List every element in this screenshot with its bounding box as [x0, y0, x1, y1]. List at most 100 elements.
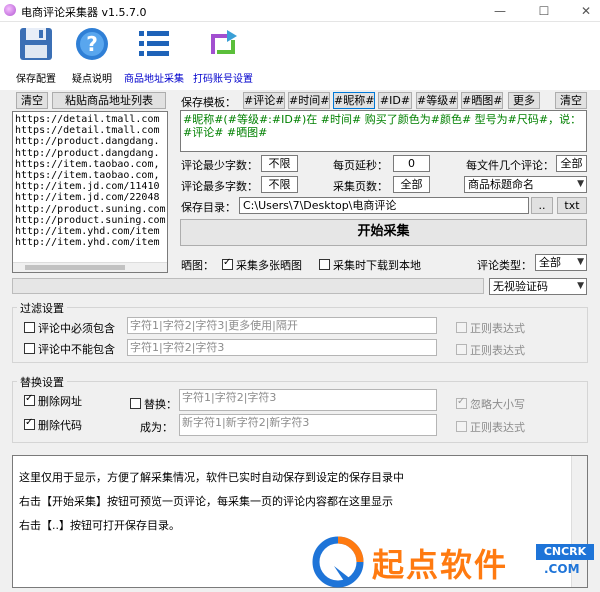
filter-group-title: 过滤设置 — [17, 300, 67, 316]
multi-img-label: 采集多张晒图 — [236, 259, 302, 272]
captcha-account-label: 打码账号设置 — [193, 74, 253, 85]
checkbox-icon[interactable] — [24, 322, 35, 333]
title-bar: 电商评论采集器 v1.5.7.0 — ☐ ✕ — [0, 0, 600, 22]
url-line: https://item.taobao.com, — [15, 170, 160, 182]
save-config-tool[interactable]: 保存配置 — [10, 22, 62, 88]
template-textarea[interactable]: #昵称#(#等级#:#ID#)在 #时间# 购买了颜色为#颜色# 型号为#尺码#… — [180, 110, 587, 152]
not-contain-label: 评论中不能包含 — [38, 343, 115, 356]
tag-comment-button[interactable]: #评论# — [243, 92, 285, 109]
comment-type-select[interactable]: 全部 ▼ — [535, 254, 587, 271]
log-line: 这里仅用于显示，方便了解采集情况，软件已实时自动保存到设定的保存目录中 — [19, 471, 404, 484]
app-icon — [4, 4, 16, 16]
delete-url-checkbox[interactable]: 删除网址 — [24, 393, 82, 409]
regex-checkbox-1[interactable]: 正则表达式 — [456, 320, 525, 336]
captcha-select[interactable]: 无视验证码 ▼ — [489, 278, 587, 295]
checkbox-icon[interactable] — [456, 322, 467, 333]
save-dir-label: 保存目录： — [181, 201, 236, 214]
url-collect-label: 商品地址采集 — [124, 74, 184, 85]
toolbar: 保存配置 ? 疑点说明 商品地址采集 打码账号设置 — [0, 22, 600, 90]
regex-label-2: 正则表达式 — [470, 344, 525, 357]
more-tags-button[interactable]: 更多 — [508, 92, 540, 109]
download-local-checkbox[interactable]: 采集时下载到本地 — [319, 257, 421, 273]
ignore-case-label: 忽略大小写 — [470, 398, 525, 411]
checkbox-icon[interactable] — [456, 421, 467, 432]
page-delay-input[interactable]: 0 — [393, 155, 430, 172]
url-line: http://item.yhd.com/item — [15, 237, 160, 249]
clear-urls-button[interactable]: 清空 — [16, 92, 48, 109]
ignore-case-checkbox[interactable]: 忽略大小写 — [456, 396, 525, 412]
checkbox-icon[interactable] — [130, 398, 141, 409]
max-words-input[interactable]: 不限 — [261, 176, 298, 193]
file-ext-button[interactable]: txt — [557, 197, 587, 214]
max-words-label: 评论最多字数： — [181, 180, 258, 193]
replace-input[interactable]: 字符1|字符2|字符3 — [179, 389, 437, 411]
template-label: 保存模板： — [181, 96, 236, 109]
replace-regex-label: 正则表达式 — [470, 421, 525, 434]
clear-template-button[interactable]: 清空 — [555, 92, 587, 109]
help-question-icon: ? — [76, 28, 108, 60]
maximize-button[interactable]: ☐ — [524, 2, 564, 20]
url-list-textarea[interactable]: https://detail.tmall.com https://detail.… — [12, 111, 168, 273]
chevron-down-icon: ▼ — [577, 179, 584, 189]
checkbox-icon[interactable] — [24, 343, 35, 354]
checkbox-checked-icon[interactable] — [222, 257, 233, 270]
replace-regex-checkbox[interactable]: 正则表达式 — [456, 419, 525, 435]
captcha-account-tool[interactable]: 打码账号设置 — [192, 22, 254, 88]
save-dir-input[interactable]: C:\Users\7\Desktop\电商评论 — [239, 197, 529, 214]
start-collect-button[interactable]: 开始采集 — [180, 219, 587, 246]
checkbox-icon[interactable] — [456, 344, 467, 355]
delete-code-checkbox[interactable]: 删除代码 — [24, 417, 82, 433]
checkbox-checked-icon[interactable] — [456, 396, 467, 409]
replace-label: 替换： — [144, 398, 177, 411]
url-collect-tool[interactable]: 商品地址采集 — [124, 22, 184, 88]
url-line: http://product.suning.com — [15, 203, 166, 215]
must-contain-label: 评论中必须包含 — [38, 322, 115, 335]
help-tool[interactable]: ? 疑点说明 — [66, 22, 118, 88]
must-contain-input[interactable]: 字符1|字符2|字符3|更多使用|隔开 — [127, 317, 437, 334]
page-count-label: 采集页数： — [333, 180, 388, 193]
page-count-input[interactable]: 全部 — [393, 176, 430, 193]
url-line: http://product.dangdang. — [15, 136, 160, 148]
regex-checkbox-2[interactable]: 正则表达式 — [456, 342, 525, 358]
horizontal-scrollbar[interactable] — [13, 262, 167, 272]
scrollbar-thumb[interactable] — [25, 265, 125, 270]
tag-time-button[interactable]: #时间# — [288, 92, 330, 109]
url-line: http://item.jd.com/11410 — [15, 181, 160, 193]
naming-select[interactable]: 商品标题命名 ▼ — [464, 176, 587, 193]
min-words-label: 评论最少字数： — [181, 159, 258, 172]
watermark-site: CNCRK — [536, 544, 594, 560]
minimize-button[interactable]: — — [480, 2, 520, 20]
paste-urls-button[interactable]: 粘贴商品地址列表 — [52, 92, 166, 109]
browse-dir-button[interactable]: .. — [531, 197, 553, 214]
not-contain-input[interactable]: 字符1|字符2|字符3 — [127, 339, 437, 356]
tag-level-button[interactable]: #等级# — [416, 92, 458, 109]
watermark-domain: .COM — [544, 562, 580, 576]
refresh-arrow-icon — [211, 30, 237, 54]
comment-type-value: 全部 — [539, 256, 561, 269]
watermark-logo-icon — [312, 536, 364, 588]
checkbox-icon[interactable] — [319, 259, 330, 270]
delete-code-label: 删除代码 — [38, 419, 82, 432]
url-line: http://item.yhd.com/item — [15, 226, 160, 238]
tag-showimg-button[interactable]: #晒图# — [461, 92, 503, 109]
min-words-input[interactable]: 不限 — [261, 155, 298, 172]
not-contain-checkbox[interactable]: 评论中不能包含 — [24, 341, 115, 357]
url-line: https://detail.tmall.com — [15, 114, 160, 125]
save-config-label: 保存配置 — [16, 74, 56, 85]
checkbox-checked-icon[interactable] — [24, 417, 35, 430]
download-local-label: 采集时下载到本地 — [333, 259, 421, 272]
log-line: 右击【开始采集】按钮可预览一页评论，每采集一页的评论内容都在这里显示 — [19, 495, 393, 508]
multi-img-checkbox[interactable]: 采集多张晒图 — [222, 257, 302, 273]
become-input[interactable]: 新字符1|新字符2|新字符3 — [179, 414, 437, 436]
regex-label-1: 正则表达式 — [470, 322, 525, 335]
replace-checkbox[interactable]: 替换： — [130, 396, 177, 412]
close-button[interactable]: ✕ — [566, 2, 600, 20]
tag-nickname-button[interactable]: #昵称# — [333, 92, 375, 109]
page-delay-label: 每页延秒： — [333, 159, 388, 172]
comment-type-label: 评论类型： — [477, 259, 532, 272]
checkbox-checked-icon[interactable] — [24, 393, 35, 406]
per-file-input[interactable]: 全部 — [556, 155, 587, 172]
tag-id-button[interactable]: #ID# — [378, 92, 412, 109]
chevron-down-icon: ▼ — [577, 281, 584, 291]
must-contain-checkbox[interactable]: 评论中必须包含 — [24, 320, 115, 336]
